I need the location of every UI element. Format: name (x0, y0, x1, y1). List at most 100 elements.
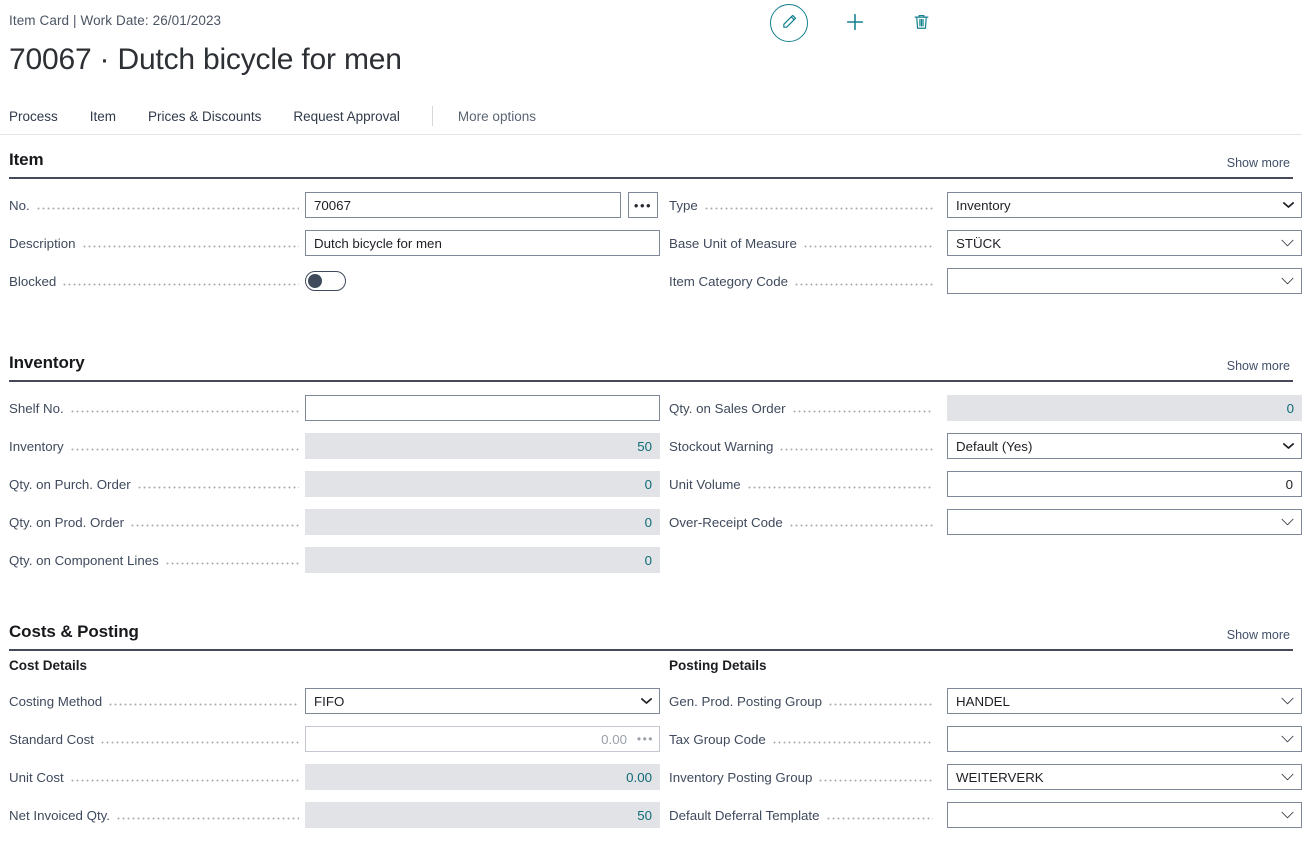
gen-prod-posting-group-lookup[interactable]: HANDEL (947, 688, 1302, 714)
field-control-wrap: FIFO (305, 688, 660, 714)
unit-volume-input[interactable]: 0 (947, 471, 1302, 497)
column-right: Type Inventory Base Unit of Measure STÜC… (660, 186, 1302, 300)
menu-item-more-options[interactable]: More options (458, 109, 536, 124)
no-assist-edit-button[interactable]: ••• (628, 192, 658, 218)
field-control-wrap: Dutch bicycle for men (305, 230, 660, 256)
item-category-code-lookup[interactable] (947, 268, 1302, 294)
page-title: 70067 · Dutch bicycle for men (9, 43, 402, 76)
breadcrumb: Item Card | Work Date: 26/01/2023 (9, 13, 222, 28)
qty-on-component-lines-readonly-field: 0 (305, 547, 660, 573)
menu-item-request-approval[interactable]: Request Approval (293, 109, 400, 124)
show-more-link-inventory[interactable]: Show more (1227, 359, 1290, 373)
menu-item-item[interactable]: Item (90, 109, 116, 124)
unit-cost-readonly-field: 0.00 (305, 764, 660, 790)
chevron-down-icon (1281, 239, 1294, 248)
chevron-down-icon (1281, 277, 1294, 286)
description-input[interactable]: Dutch bicycle for men (305, 230, 660, 256)
default-deferral-template-lookup[interactable] (947, 802, 1302, 828)
net-invoiced-qty-readonly-field: 50 (305, 802, 660, 828)
over-receipt-code-lookup[interactable] (947, 509, 1302, 535)
field-control-wrap: 0 (305, 471, 660, 497)
show-more-link-costs-posting[interactable]: Show more (1227, 628, 1290, 642)
leader-dots (703, 198, 933, 212)
field-control-wrap: Inventory (947, 192, 1302, 218)
section-columns: Cost Details Costing Method FIFO Standar… (0, 658, 1302, 857)
field-label-base-unit-of-measure: Base Unit of Measure (669, 235, 797, 251)
field-row-gen-prod-posting-group: Gen. Prod. Posting Group HANDEL (660, 682, 1302, 720)
costing-method-value: FIFO (314, 693, 345, 709)
field-control-wrap: HANDEL (947, 688, 1302, 714)
show-more-link-item[interactable]: Show more (1227, 156, 1290, 170)
field-control-wrap: 50 (305, 802, 660, 828)
field-label-default-deferral-template: Default Deferral Template (669, 807, 820, 823)
field-row-qty-on-prod-order: Qty. on Prod. Order 0 (0, 503, 660, 541)
column-right: Posting Details Gen. Prod. Posting Group… (660, 658, 1302, 834)
field-row-no: No. 70067 ••• (0, 186, 660, 224)
shelf-no-input[interactable] (305, 395, 660, 421)
qty-on-prod-order-value: 0 (644, 514, 652, 530)
section-columns: No. 70067 ••• Description Dutch bicycle … (0, 186, 1302, 308)
inventory-posting-group-value: WEITERVERK (956, 769, 1044, 785)
edit-button[interactable] (770, 4, 808, 42)
menu-item-process[interactable]: Process (9, 109, 58, 124)
field-row-stockout-warning: Stockout Warning Default (Yes) (660, 427, 1302, 465)
inventory-posting-group-lookup[interactable]: WEITERVERK (947, 764, 1302, 790)
section-item: Item Show more No. 70067 ••• Description… (0, 150, 1302, 308)
field-control-wrap: 0 (305, 547, 660, 573)
field-row-net-invoiced-qty: Net Invoiced Qty. 50 (0, 796, 660, 834)
blocked-toggle[interactable] (305, 271, 346, 291)
qty-on-purch-order-value: 0 (644, 476, 652, 492)
field-row-over-receipt-code: Over-Receipt Code (660, 503, 1302, 541)
field-control-wrap (305, 395, 660, 421)
chevron-down-icon (1283, 442, 1294, 450)
leader-dots (62, 274, 299, 288)
field-row-unit-volume: Unit Volume 0 (660, 465, 1302, 503)
column-left: No. 70067 ••• Description Dutch bicycle … (0, 186, 660, 300)
gen-prod-posting-group-value: HANDEL (956, 693, 1010, 709)
section-header: Inventory Show more (0, 353, 1302, 389)
leader-dots (69, 770, 299, 784)
field-control-wrap: 0.00 ••• (305, 726, 660, 752)
standard-cost-input[interactable]: 0.00 ••• (305, 726, 660, 752)
field-control-wrap: 0 (947, 471, 1302, 497)
field-row-costing-method: Costing Method FIFO (0, 682, 660, 720)
menu-divider (431, 106, 433, 126)
leader-dots (818, 770, 933, 784)
type-select[interactable]: Inventory (947, 192, 1302, 218)
leader-dots (136, 477, 299, 491)
section-header: Costs & Posting Show more (0, 622, 1302, 658)
leader-dots (802, 236, 933, 250)
qty-on-sales-order-value: 0 (1286, 400, 1294, 416)
unit-cost-value: 0.00 (626, 769, 652, 785)
leader-dots (35, 198, 299, 212)
column-left: Cost Details Costing Method FIFO Standar… (0, 658, 660, 834)
leader-dots (825, 808, 933, 822)
costing-method-select[interactable]: FIFO (305, 688, 660, 714)
stockout-warning-select[interactable]: Default (Yes) (947, 433, 1302, 459)
field-control-wrap (305, 271, 660, 291)
leader-dots (746, 477, 933, 491)
standard-cost-value: 0.00 (601, 731, 627, 747)
delete-button[interactable] (902, 4, 940, 42)
tax-group-code-lookup[interactable] (947, 726, 1302, 752)
base-unit-of-measure-lookup[interactable]: STÜCK (947, 230, 1302, 256)
field-row-inventory-posting-group: Inventory Posting Group WEITERVERK (660, 758, 1302, 796)
field-row-shelf-no: Shelf No. (0, 389, 660, 427)
field-row-unit-cost: Unit Cost 0.00 (0, 758, 660, 796)
item-card-page: Item Card | Work Date: 26/01/2023 70067 … (0, 0, 1302, 857)
qty-on-purch-order-readonly-field: 0 (305, 471, 660, 497)
chevron-down-icon (1281, 735, 1294, 744)
section-rule (9, 380, 1293, 382)
menu-item-prices-discounts[interactable]: Prices & Discounts (148, 109, 261, 124)
field-label-inventory-posting-group: Inventory Posting Group (669, 769, 813, 785)
new-button[interactable] (836, 4, 874, 42)
leader-dots (116, 808, 299, 822)
field-label-net-invoiced-qty: Net Invoiced Qty. (9, 807, 110, 823)
chevron-down-icon (1281, 773, 1294, 782)
section-columns: Shelf No. Inventory 50 Qty. on Purch. Or… (0, 389, 1302, 589)
column-left: Shelf No. Inventory 50 Qty. on Purch. Or… (0, 389, 660, 579)
pencil-icon (781, 13, 798, 33)
no-input[interactable]: 70067 (305, 192, 621, 218)
section-rule (9, 649, 1293, 651)
standard-cost-assist-edit-button[interactable]: ••• (637, 733, 654, 745)
